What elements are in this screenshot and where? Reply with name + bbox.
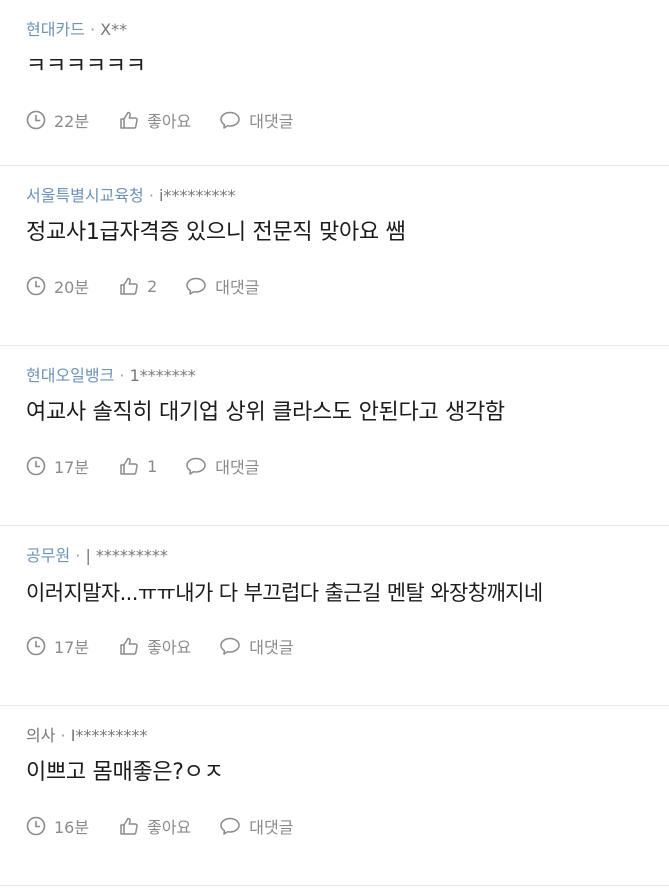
thumbs-up-icon [120, 817, 138, 835]
speech-bubble-icon [220, 111, 241, 129]
company-name[interactable]: 의사 [26, 726, 55, 745]
thumbs-up-icon [120, 277, 138, 295]
clock-icon [26, 276, 46, 296]
company-name[interactable]: 공무원 [26, 546, 70, 565]
like-button[interactable]: 좋아요 [119, 634, 191, 658]
comment-item: 공무원 · | ********* 이러지말자...ㅠㅠ내가 다 부끄럽다 출근… [0, 526, 669, 706]
comment-actions: 20분 2 대댓글 [26, 274, 289, 298]
company-name[interactable]: 서울특별시교육청 [26, 186, 144, 205]
reply-label: 대댓글 [215, 278, 260, 297]
timestamp: 16분 [26, 814, 89, 838]
comment-text: 정교사1급자격증 있으니 전문직 맞아요 쌤 [26, 220, 406, 245]
meta-separator: · [148, 186, 154, 205]
meta-separator: · [89, 20, 96, 39]
comment-meta: 서울특별시교육청 · i********* [26, 186, 236, 206]
timestamp-text: 22분 [54, 112, 90, 131]
reply-button[interactable]: 대댓글 [219, 108, 293, 132]
timestamp: 17분 [26, 634, 89, 658]
meta-separator: · [60, 726, 66, 745]
like-button[interactable]: 1 [119, 456, 157, 476]
clock-icon [26, 110, 46, 130]
like-count: 1 [147, 456, 158, 476]
speech-bubble-icon [220, 817, 241, 835]
comment-meta: 의사 · I********* [26, 726, 147, 746]
thumbs-up-icon [120, 637, 138, 655]
comment-actions: 17분 좋아요 대댓글 [26, 634, 323, 658]
comment-list: 현대카드 · X** ㅋㅋㅋㅋㅋㅋ 22분 좋아요 대댓글 서울특별시교육청 ·… [0, 0, 669, 886]
reply-label: 대댓글 [249, 112, 294, 131]
clock-icon [26, 816, 46, 836]
comment-meta: 현대오일뱅크 · 1******* [26, 366, 196, 386]
clock-icon [26, 456, 46, 476]
timestamp: 20분 [26, 274, 89, 298]
user-id: X** [100, 20, 128, 39]
speech-bubble-icon [186, 277, 207, 295]
timestamp-text: 20분 [54, 278, 90, 297]
timestamp: 17분 [26, 454, 89, 478]
user-id: 1******* [129, 366, 196, 385]
user-id: | ********* [85, 546, 168, 565]
comment-actions: 22분 좋아요 대댓글 [26, 108, 323, 132]
company-name[interactable]: 현대카드 [26, 20, 85, 39]
comment-actions: 16분 좋아요 대댓글 [26, 814, 323, 838]
thumbs-up-icon [120, 457, 138, 475]
thumbs-up-icon [120, 111, 138, 129]
like-label: 좋아요 [147, 112, 192, 131]
comment-text: 이러지말자...ㅠㅠ내가 다 부끄럽다 출근길 멘탈 와장창깨지네 [26, 581, 543, 605]
clock-icon [26, 636, 46, 656]
user-id: i********* [159, 186, 236, 205]
comment-text: ㅋㅋㅋㅋㅋㅋ [26, 54, 146, 79]
comment-text: 이쁘고 몸매좋은?ㅇㅈ [26, 760, 224, 785]
user-id: I********* [70, 726, 148, 745]
comment-item: 현대오일뱅크 · 1******* 여교사 솔직히 대기업 상위 클라스도 안된… [0, 346, 669, 526]
meta-separator: · [75, 546, 81, 565]
speech-bubble-icon [220, 637, 241, 655]
comment-item: 현대카드 · X** ㅋㅋㅋㅋㅋㅋ 22분 좋아요 대댓글 [0, 0, 669, 166]
timestamp-text: 16분 [54, 818, 90, 837]
meta-separator: · [119, 366, 125, 385]
like-label: 좋아요 [147, 638, 192, 657]
comment-item: 서울특별시교육청 · i********* 정교사1급자격증 있으니 전문직 맞… [0, 166, 669, 346]
reply-button[interactable]: 대댓글 [219, 634, 293, 658]
reply-button[interactable]: 대댓글 [185, 454, 259, 478]
company-name[interactable]: 현대오일뱅크 [26, 366, 114, 385]
comment-actions: 17분 1 대댓글 [26, 454, 289, 478]
comment-text: 여교사 솔직히 대기업 상위 클라스도 안된다고 생각함 [26, 400, 505, 425]
comment-item: 의사 · I********* 이쁘고 몸매좋은?ㅇㅈ 16분 좋아요 대댓글 [0, 706, 669, 886]
reply-label: 대댓글 [249, 818, 294, 837]
reply-label: 대댓글 [215, 458, 260, 477]
timestamp-text: 17분 [54, 638, 90, 657]
reply-label: 대댓글 [249, 638, 294, 657]
like-button[interactable]: 2 [119, 276, 157, 296]
comment-meta: 현대카드 · X** [26, 20, 127, 40]
reply-button[interactable]: 대댓글 [219, 814, 293, 838]
timestamp-text: 17분 [54, 458, 90, 477]
timestamp: 22분 [26, 108, 89, 132]
like-count: 2 [147, 276, 158, 296]
reply-button[interactable]: 대댓글 [185, 274, 259, 298]
like-label: 좋아요 [147, 818, 192, 837]
like-button[interactable]: 좋아요 [119, 108, 191, 132]
speech-bubble-icon [186, 457, 207, 475]
comment-meta: 공무원 · | ********* [26, 546, 168, 566]
like-button[interactable]: 좋아요 [119, 814, 191, 838]
